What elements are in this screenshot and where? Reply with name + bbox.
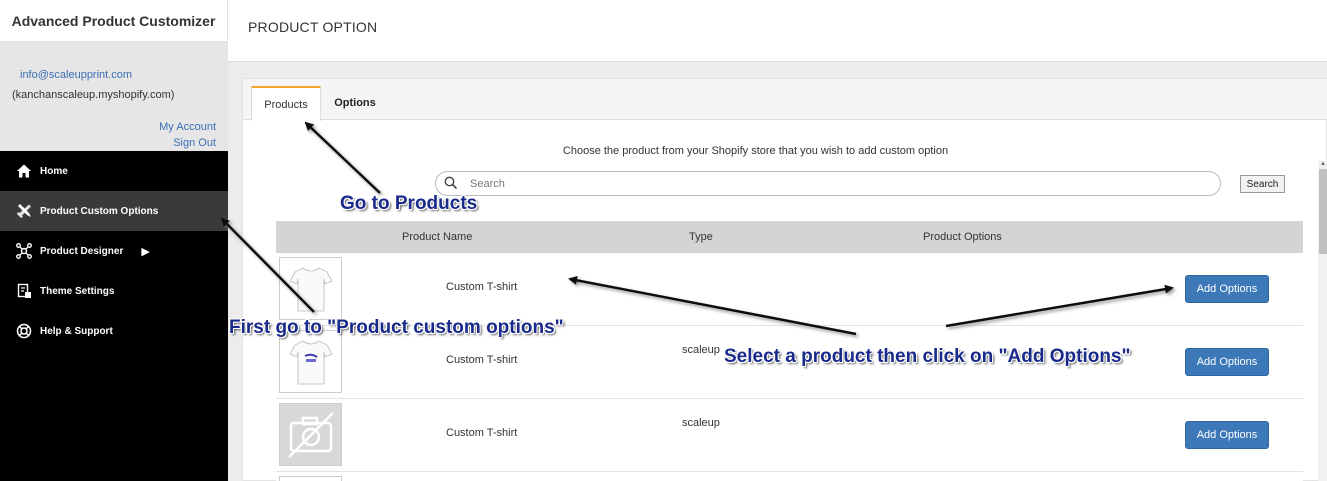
annotation-go-to-products: Go to Products (340, 193, 478, 214)
arrow-to-add-options (945, 284, 1174, 328)
annotation-arrows (220, 121, 1174, 336)
arrow-to-products-tab (304, 121, 381, 194)
arrow-to-product-name (568, 275, 857, 336)
annotation-select-product: Select a product then click on "Add Opti… (724, 346, 1131, 367)
arrow-to-product-custom-options (220, 217, 315, 313)
annotation-first-go-to-custom-options: First go to "Product custom options" (229, 317, 564, 338)
